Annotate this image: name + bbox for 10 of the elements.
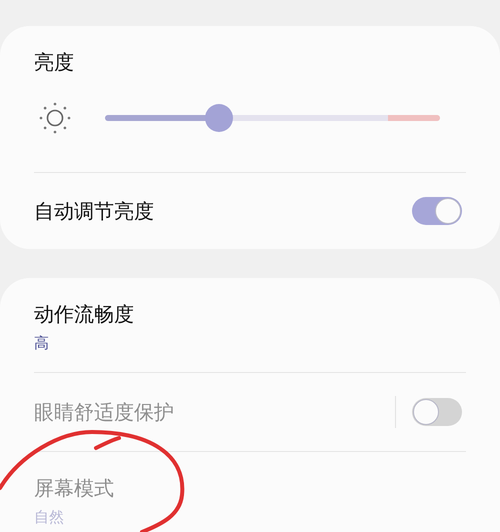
- sun-icon: [38, 101, 72, 135]
- setting-value: 自然: [34, 507, 64, 528]
- toggle-switch[interactable]: [412, 197, 462, 225]
- setting-value: 高: [34, 333, 49, 354]
- setting-label: 动作流畅度: [34, 301, 134, 328]
- setting-label: 屏幕模式: [34, 475, 114, 502]
- brightness-title: 亮度: [34, 49, 74, 76]
- brightness-slider[interactable]: [105, 105, 440, 131]
- auto-brightness-label: 自动调节亮度: [34, 198, 154, 225]
- setting-label: 眼睛舒适度保护: [34, 399, 174, 426]
